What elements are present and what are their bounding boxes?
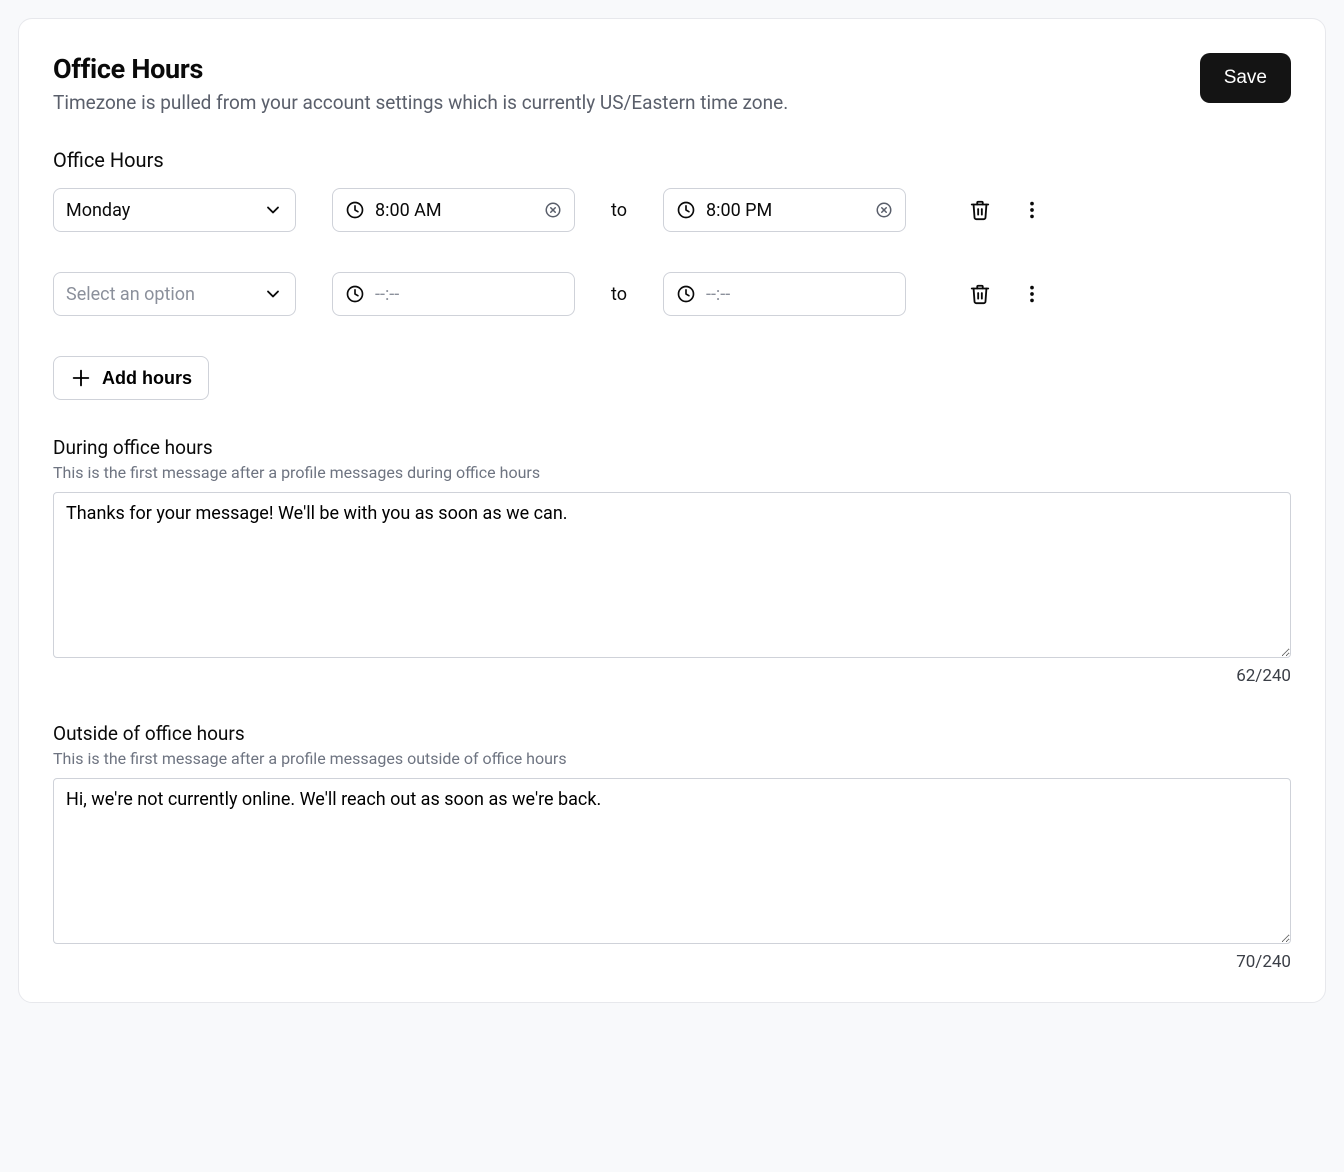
card-header: Office Hours Timezone is pulled from you…	[53, 53, 1291, 114]
hours-row: Monday 8:00 AM to	[53, 188, 1291, 232]
to-label: to	[611, 284, 627, 305]
more-vertical-icon	[1021, 283, 1043, 305]
outside-hours-help: This is the first message after a profil…	[53, 749, 1291, 768]
chevron-down-icon	[263, 284, 283, 304]
hours-row: Select an option --:-- to	[53, 272, 1291, 316]
start-time-input[interactable]: --:--	[332, 272, 575, 316]
add-hours-label: Add hours	[102, 368, 192, 389]
page-title: Office Hours	[53, 53, 788, 85]
outside-hours-label: Outside of office hours	[53, 722, 1291, 745]
more-vertical-icon	[1021, 199, 1043, 221]
save-button[interactable]: Save	[1200, 53, 1291, 103]
start-time-placeholder: --:--	[375, 284, 562, 305]
day-select[interactable]: Select an option	[53, 272, 296, 316]
during-hours-textarea[interactable]	[53, 492, 1291, 658]
clock-icon	[676, 200, 696, 220]
trash-icon	[969, 283, 991, 305]
page-subtitle: Timezone is pulled from your account set…	[53, 91, 788, 114]
clock-icon	[676, 284, 696, 304]
day-select[interactable]: Monday	[53, 188, 296, 232]
clock-icon	[345, 284, 365, 304]
end-time-input[interactable]: --:--	[663, 272, 906, 316]
chevron-down-icon	[263, 200, 283, 220]
plus-icon	[70, 367, 92, 389]
add-hours-button[interactable]: Add hours	[53, 356, 209, 400]
during-hours-help: This is the first message after a profil…	[53, 463, 1291, 482]
end-time-value: 8:00 PM	[706, 200, 865, 221]
end-time-input[interactable]: 8:00 PM	[663, 188, 906, 232]
trash-icon	[969, 199, 991, 221]
delete-row-button[interactable]	[962, 192, 998, 228]
start-time-value: 8:00 AM	[375, 200, 534, 221]
outside-hours-textarea[interactable]	[53, 778, 1291, 944]
row-more-button[interactable]	[1014, 192, 1050, 228]
day-select-value: Monday	[66, 200, 130, 221]
to-label: to	[611, 200, 627, 221]
office-hours-card: Office Hours Timezone is pulled from you…	[18, 18, 1326, 1003]
office-hours-section-label: Office Hours	[53, 148, 1291, 172]
day-select-placeholder: Select an option	[66, 284, 195, 305]
outside-hours-char-count: 70/240	[53, 952, 1291, 972]
row-more-button[interactable]	[1014, 276, 1050, 312]
during-hours-char-count: 62/240	[53, 666, 1291, 686]
clear-icon[interactable]	[875, 201, 893, 219]
end-time-placeholder: --:--	[706, 284, 893, 305]
clear-icon[interactable]	[544, 201, 562, 219]
clock-icon	[345, 200, 365, 220]
during-hours-label: During office hours	[53, 436, 1291, 459]
start-time-input[interactable]: 8:00 AM	[332, 188, 575, 232]
delete-row-button[interactable]	[962, 276, 998, 312]
